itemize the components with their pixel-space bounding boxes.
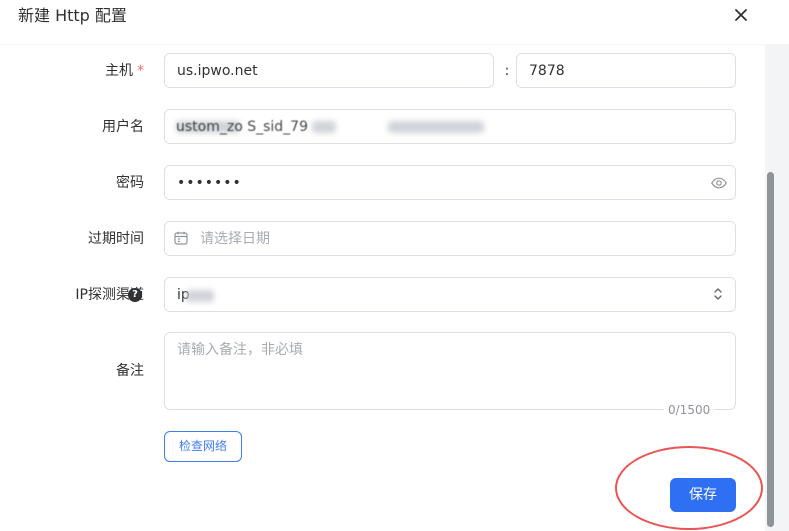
username-redaction-3 (388, 121, 484, 133)
username-label: 用户名 (102, 119, 144, 135)
note-character-counter: 0/1500 (664, 401, 715, 419)
password-label: 密码 (116, 175, 144, 191)
note-label: 备注 (116, 363, 144, 379)
host-input[interactable]: us.ipwo.net (164, 53, 494, 88)
question-circle-icon[interactable]: ? (128, 288, 142, 302)
required-star: * (137, 63, 144, 79)
expire-time-label: 过期时间 (88, 231, 144, 247)
expire-date-placeholder: 请选择日期 (200, 231, 270, 247)
http-config-dialog: 新建 Http 配置 主机 * us.ipwo.net : 7878 用户名 us… (0, 0, 789, 531)
username-redaction-2 (312, 121, 336, 133)
close-icon[interactable] (731, 5, 751, 25)
port-input[interactable]: 7878 (516, 53, 736, 88)
eye-icon[interactable] (710, 174, 728, 192)
dialog-header: 新建 Http 配置 (0, 0, 789, 44)
port-separator: : (504, 63, 510, 79)
ip-detect-label: IP探测渠道 (20, 285, 144, 305)
ip-detect-redaction (186, 290, 214, 302)
check-network-button[interactable]: 检查网络 (164, 431, 242, 462)
password-input[interactable]: ••••••• (164, 165, 736, 200)
username-visible-text: ustom_zo S_sid_79 (176, 119, 308, 135)
calendar-icon (174, 231, 188, 245)
dialog-title: 新建 Http 配置 (18, 6, 127, 25)
password-mask: ••••••• (177, 175, 242, 191)
ip-detect-select[interactable] (164, 277, 736, 312)
host-input-value: us.ipwo.net (177, 63, 258, 79)
port-input-value: 7878 (529, 63, 565, 79)
save-button[interactable]: 保存 (670, 478, 736, 512)
scrollbar-thumb[interactable] (767, 172, 774, 527)
note-placeholder: 请输入备注，非必填 (177, 342, 303, 358)
host-label: 主机 * (70, 61, 144, 81)
host-label-text: 主机 (105, 63, 133, 79)
header-divider (0, 44, 789, 45)
chevron-up-down-icon[interactable] (711, 286, 725, 302)
